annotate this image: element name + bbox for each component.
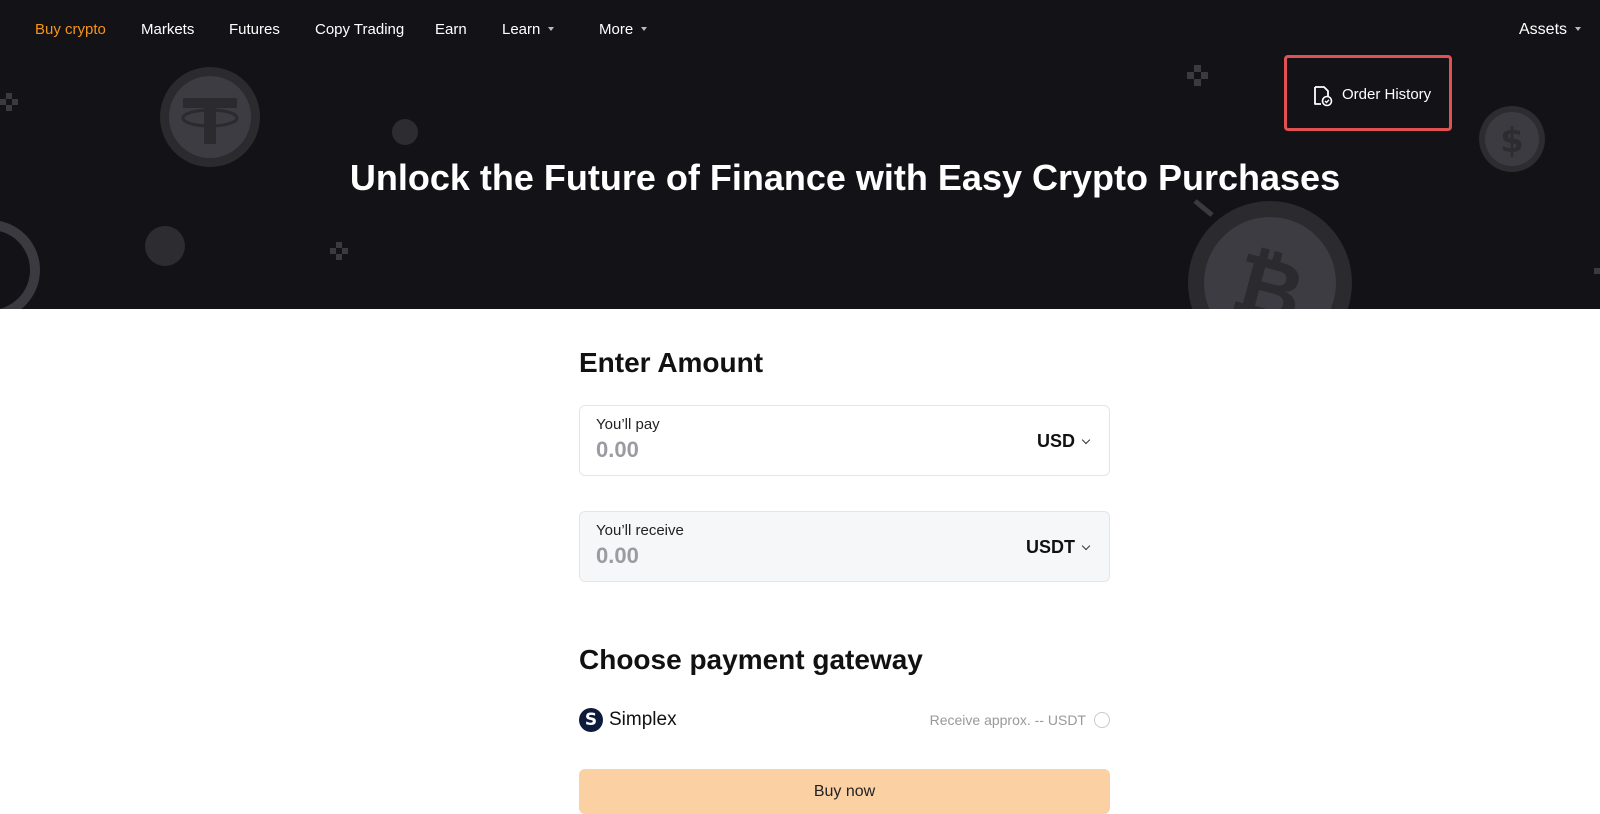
nav-assets[interactable]: Assets [1519, 19, 1582, 41]
chevron-down-icon [1081, 541, 1091, 551]
chevron-down-icon [1081, 435, 1091, 445]
nav-earn[interactable]: Earn [435, 19, 467, 41]
simplex-logo-icon: S [579, 708, 603, 732]
nav-futures[interactable]: Futures [229, 19, 280, 41]
nav-buy-crypto[interactable]: Buy crypto [35, 19, 106, 41]
buy-now-button[interactable]: Buy now [579, 769, 1110, 814]
pay-currency-select[interactable]: USD [1037, 429, 1091, 453]
order-history-button[interactable]: Order History [1284, 55, 1452, 131]
nav-learn[interactable]: Learn [502, 19, 555, 41]
enter-amount-heading: Enter Amount [579, 347, 764, 378]
pay-label: You’ll pay [596, 416, 660, 433]
order-history-label: Order History [1342, 86, 1432, 103]
receive-currency-select[interactable]: USDT [1026, 535, 1091, 559]
hero-title: Unlock the Future of Finance with Easy C… [349, 157, 1341, 198]
hero-banner: $ ₿ Buy crypto Markets Futures Copy Trad… [0, 0, 1600, 309]
nav-more[interactable]: More [599, 19, 648, 41]
gateway-name: Simplex [609, 709, 677, 730]
order-history-icon [1314, 86, 1333, 107]
nav-markets[interactable]: Markets [141, 19, 194, 41]
receive-label: You’ll receive [596, 522, 684, 539]
gateway-option-simplex[interactable]: S Simplex Receive approx. -- USDT [579, 707, 1110, 733]
receive-amount-input[interactable]: 0.00 [596, 542, 639, 570]
nav-copy-trading[interactable]: Copy Trading [315, 19, 404, 41]
chevron-down-icon [641, 27, 648, 32]
pay-amount-field[interactable]: You’ll pay 0.00 USD [579, 405, 1110, 476]
chevron-down-icon [1575, 26, 1582, 31]
receive-approx-text: Receive approx. -- USDT [929, 712, 1086, 728]
receive-amount-field[interactable]: You’ll receive 0.00 USDT [579, 511, 1110, 582]
gateway-radio[interactable] [1094, 712, 1110, 728]
payment-gateway-heading: Choose payment gateway [579, 644, 923, 675]
chevron-down-icon [548, 27, 555, 32]
top-navigation: Buy crypto Markets Futures Copy Trading … [0, 0, 1600, 60]
pay-amount-input[interactable]: 0.00 [596, 436, 639, 464]
